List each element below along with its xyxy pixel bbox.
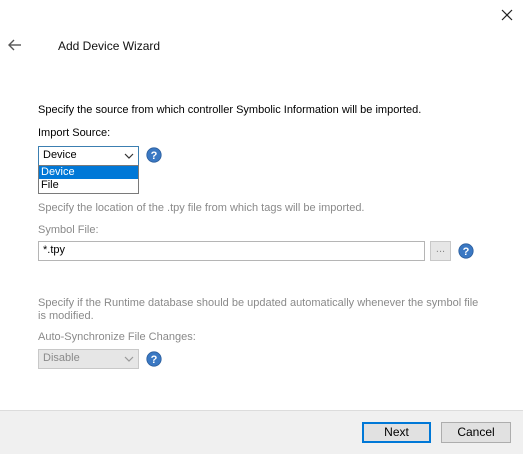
import-source-dropdown: Device File	[38, 165, 139, 194]
next-button[interactable]: Next	[362, 422, 431, 443]
auto-sync-label: Auto-Synchronize File Changes:	[38, 331, 196, 343]
close-button[interactable]	[496, 4, 518, 26]
import-source-description: Specify the source from which controller…	[38, 104, 422, 116]
close-icon	[501, 9, 513, 21]
svg-text:?: ?	[151, 354, 158, 366]
symbol-file-input[interactable]: *.tpy	[38, 241, 425, 261]
svg-text:?: ?	[463, 246, 470, 258]
import-source-selected: Device	[43, 149, 77, 161]
dropdown-option-file[interactable]: File	[39, 179, 138, 192]
auto-sync-help-button[interactable]: ?	[146, 351, 162, 370]
chevron-down-icon	[124, 356, 134, 362]
auto-sync-description: Specify if the Runtime database should b…	[38, 297, 479, 322]
import-source-label: Import Source:	[38, 127, 111, 139]
footer-bar: Next Cancel	[0, 410, 523, 454]
back-button[interactable]	[6, 36, 24, 54]
symbol-file-help-button[interactable]: ?	[458, 243, 474, 262]
symbol-file-label: Symbol File:	[38, 224, 99, 236]
svg-text:?: ?	[151, 150, 158, 162]
browse-button[interactable]: ...	[430, 241, 451, 261]
page-title: Add Device Wizard	[58, 39, 161, 53]
auto-sync-select[interactable]: Disable	[38, 349, 139, 369]
dropdown-option-device[interactable]: Device	[39, 166, 138, 179]
symbol-file-description: Specify the location of the .tpy file fr…	[38, 202, 365, 214]
import-source-select[interactable]: Device	[38, 146, 139, 166]
help-icon: ?	[146, 351, 162, 367]
help-icon: ?	[146, 147, 162, 163]
auto-sync-selected: Disable	[43, 352, 80, 364]
help-icon: ?	[458, 243, 474, 259]
import-source-help-button[interactable]: ?	[146, 147, 162, 166]
back-arrow-icon	[8, 39, 21, 51]
chevron-down-icon	[124, 153, 134, 159]
cancel-button[interactable]: Cancel	[441, 422, 511, 443]
